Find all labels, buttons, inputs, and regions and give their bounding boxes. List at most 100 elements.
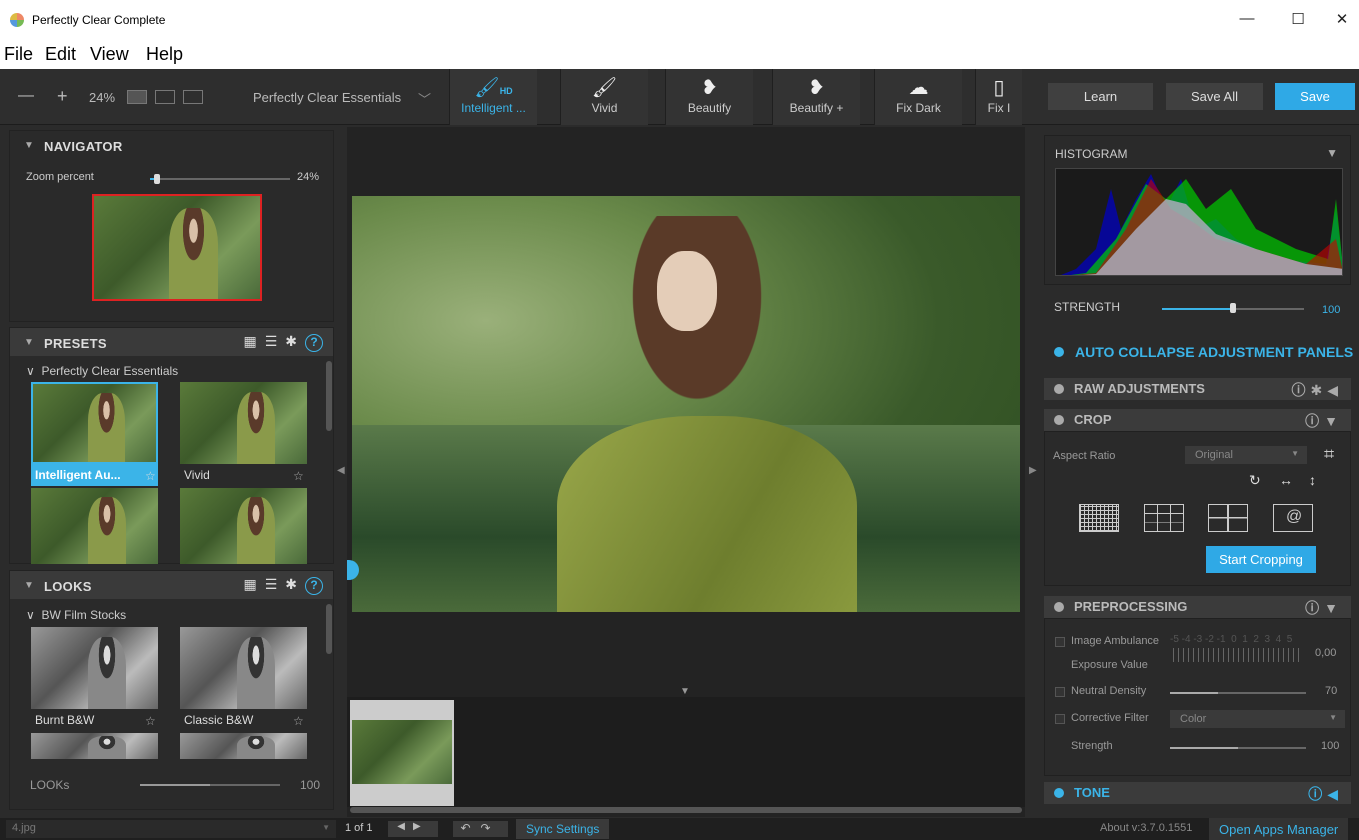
zoom-in-button[interactable]: +	[57, 86, 68, 107]
preset-group-label[interactable]: ∨ Perfectly Clear Essentials	[26, 364, 178, 378]
menu-help[interactable]: Help	[146, 44, 183, 65]
raw-adjustments-header[interactable]: RAW ADJUSTMENTS ⓘ✱◀	[1044, 378, 1351, 400]
navigator-preview[interactable]	[92, 194, 262, 301]
collapse-left-icon[interactable]: ◀	[337, 465, 345, 476]
looks-group-label[interactable]: ∨ BW Film Stocks	[26, 608, 126, 622]
panel-toggle-dot[interactable]	[1054, 602, 1064, 612]
zoom-slider-handle[interactable]	[154, 174, 160, 184]
help-icon[interactable]: ⓘ	[1308, 786, 1327, 802]
close-button[interactable]: ✕	[1327, 10, 1357, 28]
look-thumb-classic[interactable]	[180, 627, 307, 709]
prev-next-buttons[interactable]: ◀▶	[388, 821, 438, 837]
preset-thumb-vivid[interactable]	[180, 382, 307, 464]
grid-halves-icon[interactable]	[1208, 504, 1248, 532]
menu-edit[interactable]: Edit	[45, 44, 76, 65]
preset-intelligent-button[interactable]: 🖌HD Intelligent ...	[449, 69, 537, 125]
neutral-density-checkbox[interactable]	[1055, 687, 1065, 697]
preset-group-select[interactable]: Perfectly Clear Essentials	[253, 90, 401, 105]
corrective-filter-select[interactable]: Color ▼	[1170, 710, 1345, 728]
histogram-collapse-icon[interactable]: ▼	[1326, 146, 1338, 160]
favorite-star-icon[interactable]: ☆	[293, 469, 304, 483]
aspect-ratio-select[interactable]: Original ▼	[1185, 446, 1307, 464]
auto-collapse-radio[interactable]	[1054, 347, 1064, 357]
preset-fix-dark-button[interactable]: ☁ Fix Dark	[874, 69, 962, 125]
preset-thumb[interactable]	[31, 488, 158, 564]
minimize-button[interactable]: —	[1232, 10, 1262, 27]
look-thumb-burnt[interactable]	[31, 627, 158, 709]
presets-header[interactable]: ▼ PRESETS ▦☰✱?	[10, 328, 333, 356]
ev-dial[interactable]	[1173, 648, 1303, 662]
grid-view-icon[interactable]: ▦	[243, 333, 264, 349]
corrective-filter-checkbox[interactable]	[1055, 714, 1065, 724]
preprocessing-header[interactable]: PREPROCESSING ⓘ▼	[1044, 596, 1351, 618]
list-view-icon[interactable]: ☰	[265, 333, 286, 349]
collapse-down-icon[interactable]: ▼	[1324, 600, 1343, 616]
sync-settings-button[interactable]: Sync Settings	[516, 819, 610, 839]
grid-thirds-icon[interactable]	[1144, 504, 1184, 532]
expand-left-icon[interactable]: ◀	[1327, 382, 1343, 398]
file-select[interactable]: 4.jpg ▼	[6, 820, 336, 838]
collapse-right-icon[interactable]: ▶	[1029, 465, 1037, 476]
help-icon[interactable]: ?	[305, 334, 323, 352]
help-icon[interactable]: ⓘ	[1305, 413, 1324, 429]
preset-fix-button[interactable]: ▯ Fix I	[975, 69, 1022, 125]
maximize-button[interactable]: ☐	[1283, 10, 1313, 28]
split-view-icon[interactable]	[155, 90, 175, 104]
chevron-down-icon[interactable]: ﹀	[418, 89, 431, 108]
image-ambulance-checkbox[interactable]	[1055, 637, 1065, 647]
favorite-star-icon[interactable]: ☆	[293, 714, 304, 728]
looks-scrollbar[interactable]	[326, 604, 332, 654]
filmstrip-scrollbar[interactable]	[350, 807, 1022, 813]
flip-horizontal-icon[interactable]: ↔	[1279, 472, 1293, 488]
strength-slider-handle[interactable]	[1230, 303, 1236, 313]
look-thumb[interactable]	[180, 733, 307, 759]
save-button[interactable]: Save	[1275, 83, 1355, 110]
single-view-icon[interactable]	[127, 90, 147, 104]
collapse-down-icon[interactable]: ▼	[1324, 413, 1343, 429]
menu-view[interactable]: View	[90, 44, 129, 65]
navigator-header[interactable]: ▼ NAVIGATOR	[10, 131, 333, 159]
expand-left-icon[interactable]: ◀	[1327, 786, 1343, 802]
undo-redo-buttons[interactable]: ↶↷	[453, 821, 508, 837]
gear-icon[interactable]: ✱	[1310, 382, 1327, 398]
panel-toggle-dot[interactable]	[1054, 415, 1064, 425]
menu-file[interactable]: File	[4, 44, 33, 65]
filmstrip-thumb[interactable]	[350, 700, 454, 806]
grid-view-icon[interactable]: ▦	[243, 576, 264, 592]
favorite-star-icon[interactable]: ☆	[145, 714, 156, 728]
preset-thumb[interactable]	[180, 488, 307, 564]
start-cropping-button[interactable]: Start Cropping	[1206, 546, 1316, 573]
preset-thumb-intelligent[interactable]	[31, 382, 158, 464]
gear-icon[interactable]: ✱	[285, 576, 305, 592]
gear-icon[interactable]: ✱	[285, 333, 305, 349]
open-apps-manager-button[interactable]: Open Apps Manager	[1209, 818, 1349, 840]
grid-fine-icon[interactable]	[1079, 504, 1119, 532]
main-photo[interactable]	[352, 196, 1020, 612]
zoom-out-button[interactable]: —	[18, 87, 34, 105]
save-all-button[interactable]: Save All	[1166, 83, 1263, 110]
rotate-icon[interactable]: ↻	[1249, 472, 1261, 489]
flip-vertical-icon[interactable]: ↕	[1309, 472, 1316, 488]
look-thumb[interactable]	[31, 733, 158, 759]
golden-spiral-icon[interactable]: @	[1273, 504, 1313, 532]
crop-header[interactable]: CROP ⓘ▼	[1044, 409, 1351, 431]
crop-icon[interactable]: ⌗	[1324, 444, 1334, 465]
help-icon[interactable]: ?	[305, 577, 323, 595]
list-view-icon[interactable]: ☰	[265, 576, 286, 592]
help-icon[interactable]: ⓘ	[1305, 600, 1324, 616]
filmstrip-toggle-icon[interactable]: ▼	[680, 686, 690, 697]
preset-beautify-button[interactable]: ❥ Beautify	[665, 69, 753, 125]
side-by-side-view-icon[interactable]	[183, 90, 203, 104]
looks-header[interactable]: ▼ LOOKS ▦☰✱?	[10, 571, 333, 599]
favorite-star-icon[interactable]: ☆	[145, 469, 156, 483]
panel-toggle-dot[interactable]	[1054, 788, 1064, 798]
learn-button[interactable]: Learn	[1048, 83, 1153, 110]
presets-scrollbar[interactable]	[326, 361, 332, 431]
panel-toggle-dot[interactable]	[1054, 384, 1064, 394]
tone-header[interactable]: TONE ⓘ◀	[1044, 782, 1351, 804]
preset-vivid-button[interactable]: 🖌 Vivid	[560, 69, 648, 125]
preset-beautify-plus-button[interactable]: ❥ Beautify +	[772, 69, 860, 125]
auto-collapse-label[interactable]: AUTO COLLAPSE ADJUSTMENT PANELS	[1075, 344, 1353, 360]
help-icon[interactable]: ⓘ	[1291, 382, 1310, 398]
zoom-slider-track[interactable]	[150, 178, 290, 180]
